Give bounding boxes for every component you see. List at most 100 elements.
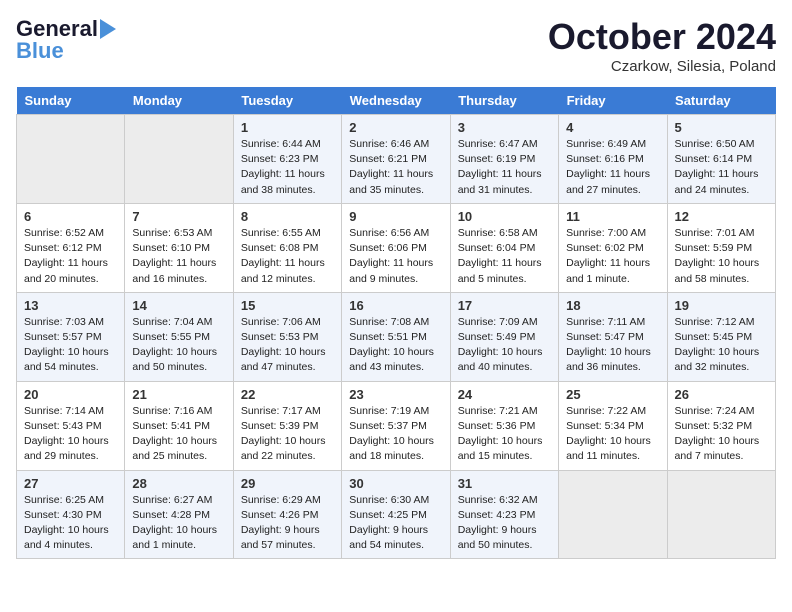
day-number: 5 [675, 120, 768, 135]
calendar-cell: 19 Sunrise: 7:12 AM Sunset: 5:45 PM Dayli… [667, 292, 775, 381]
weekday-header-row: SundayMondayTuesdayWednesdayThursdayFrid… [17, 87, 776, 115]
calendar-cell: 5 Sunrise: 6:50 AM Sunset: 6:14 PM Daylig… [667, 115, 775, 204]
day-info: Sunrise: 6:53 AM Sunset: 6:10 PM Dayligh… [132, 226, 225, 287]
day-info: Sunrise: 6:46 AM Sunset: 6:21 PM Dayligh… [349, 137, 442, 198]
day-number: 7 [132, 209, 225, 224]
calendar-cell: 31Sunrise: 6:32 AM Sunset: 4:23 PM Dayli… [450, 470, 558, 559]
day-number: 9 [349, 209, 442, 224]
day-info: Sunrise: 7:12 AM Sunset: 5:45 PM Dayligh… [675, 315, 768, 376]
calendar-cell: 3Sunrise: 6:47 AM Sunset: 6:19 PM Daylig… [450, 115, 558, 204]
day-info: Sunrise: 7:01 AM Sunset: 5:59 PM Dayligh… [675, 226, 768, 287]
day-info: Sunrise: 6:52 AM Sunset: 6:12 PM Dayligh… [24, 226, 117, 287]
day-info: Sunrise: 6:58 AM Sunset: 6:04 PM Dayligh… [458, 226, 551, 287]
day-number: 27 [24, 476, 117, 491]
calendar-cell: 24Sunrise: 7:21 AM Sunset: 5:36 PM Dayli… [450, 381, 558, 470]
calendar-cell: 23 Sunrise: 7:19 AM Sunset: 5:37 PM Dayli… [342, 381, 450, 470]
day-number: 1 [241, 120, 334, 135]
calendar-cell [125, 115, 233, 204]
day-info: Sunrise: 7:03 AM Sunset: 5:57 PM Dayligh… [24, 315, 117, 376]
day-info: Sunrise: 7:11 AM Sunset: 5:47 PM Dayligh… [566, 315, 659, 376]
calendar-cell: 25 Sunrise: 7:22 AM Sunset: 5:34 PM Dayli… [559, 381, 667, 470]
calendar-cell: 7 Sunrise: 6:53 AM Sunset: 6:10 PM Daylig… [125, 203, 233, 292]
day-info: Sunrise: 7:08 AM Sunset: 5:51 PM Dayligh… [349, 315, 442, 376]
day-number: 15 [241, 298, 334, 313]
weekday-header-thursday: Thursday [450, 87, 558, 115]
calendar-week-row: 27 Sunrise: 6:25 AM Sunset: 4:30 PM Dayli… [17, 470, 776, 559]
calendar-week-row: 13Sunrise: 7:03 AM Sunset: 5:57 PM Dayli… [17, 292, 776, 381]
day-number: 14 [132, 298, 225, 313]
calendar-cell: 29Sunrise: 6:29 AM Sunset: 4:26 PM Dayli… [233, 470, 341, 559]
weekday-header-saturday: Saturday [667, 87, 775, 115]
day-number: 22 [241, 387, 334, 402]
calendar-cell: 16 Sunrise: 7:08 AM Sunset: 5:51 PM Dayli… [342, 292, 450, 381]
calendar-table: SundayMondayTuesdayWednesdayThursdayFrid… [16, 87, 776, 559]
calendar-cell: 27 Sunrise: 6:25 AM Sunset: 4:30 PM Dayli… [17, 470, 125, 559]
logo: General Blue [16, 16, 116, 64]
calendar-cell: 10 Sunrise: 6:58 AM Sunset: 6:04 PM Dayli… [450, 203, 558, 292]
day-info: Sunrise: 7:06 AM Sunset: 5:53 PM Dayligh… [241, 315, 334, 376]
day-info: Sunrise: 6:25 AM Sunset: 4:30 PM Dayligh… [24, 493, 117, 554]
calendar-week-row: 1 Sunrise: 6:44 AM Sunset: 6:23 PM Daylig… [17, 115, 776, 204]
calendar-cell [559, 470, 667, 559]
day-number: 4 [566, 120, 659, 135]
logo-arrow-icon [100, 19, 116, 39]
day-info: Sunrise: 6:44 AM Sunset: 6:23 PM Dayligh… [241, 137, 334, 198]
day-info: Sunrise: 7:16 AM Sunset: 5:41 PM Dayligh… [132, 404, 225, 465]
calendar-cell: 20 Sunrise: 7:14 AM Sunset: 5:43 PM Dayli… [17, 381, 125, 470]
day-number: 23 [349, 387, 442, 402]
day-info: Sunrise: 6:30 AM Sunset: 4:25 PM Dayligh… [349, 493, 442, 554]
day-info: Sunrise: 6:56 AM Sunset: 6:06 PM Dayligh… [349, 226, 442, 287]
day-number: 26 [675, 387, 768, 402]
logo-blue: Blue [16, 38, 64, 64]
day-number: 2 [349, 120, 442, 135]
calendar-cell: 26 Sunrise: 7:24 AM Sunset: 5:32 PM Dayli… [667, 381, 775, 470]
day-number: 6 [24, 209, 117, 224]
calendar-cell: 9 Sunrise: 6:56 AM Sunset: 6:06 PM Daylig… [342, 203, 450, 292]
day-number: 17 [458, 298, 551, 313]
day-info: Sunrise: 7:21 AM Sunset: 5:36 PM Dayligh… [458, 404, 551, 465]
day-number: 31 [458, 476, 551, 491]
day-info: Sunrise: 6:27 AM Sunset: 4:28 PM Dayligh… [132, 493, 225, 554]
day-number: 19 [675, 298, 768, 313]
day-number: 11 [566, 209, 659, 224]
month-title: October 2024 [548, 16, 776, 58]
day-info: Sunrise: 7:09 AM Sunset: 5:49 PM Dayligh… [458, 315, 551, 376]
calendar-cell: 17 Sunrise: 7:09 AM Sunset: 5:49 PM Dayli… [450, 292, 558, 381]
day-info: Sunrise: 6:29 AM Sunset: 4:26 PM Dayligh… [241, 493, 334, 554]
day-number: 30 [349, 476, 442, 491]
calendar-cell: 2 Sunrise: 6:46 AM Sunset: 6:21 PM Daylig… [342, 115, 450, 204]
calendar-week-row: 20 Sunrise: 7:14 AM Sunset: 5:43 PM Dayli… [17, 381, 776, 470]
calendar-cell: 21Sunrise: 7:16 AM Sunset: 5:41 PM Dayli… [125, 381, 233, 470]
calendar-cell: 12 Sunrise: 7:01 AM Sunset: 5:59 PM Dayli… [667, 203, 775, 292]
day-info: Sunrise: 7:14 AM Sunset: 5:43 PM Dayligh… [24, 404, 117, 465]
calendar-cell: 8Sunrise: 6:55 AM Sunset: 6:08 PM Daylig… [233, 203, 341, 292]
calendar-cell: 14Sunrise: 7:04 AM Sunset: 5:55 PM Dayli… [125, 292, 233, 381]
calendar-cell: 4 Sunrise: 6:49 AM Sunset: 6:16 PM Daylig… [559, 115, 667, 204]
calendar-cell: 30 Sunrise: 6:30 AM Sunset: 4:25 PM Dayli… [342, 470, 450, 559]
day-number: 20 [24, 387, 117, 402]
day-number: 18 [566, 298, 659, 313]
day-info: Sunrise: 7:22 AM Sunset: 5:34 PM Dayligh… [566, 404, 659, 465]
calendar-cell: 22Sunrise: 7:17 AM Sunset: 5:39 PM Dayli… [233, 381, 341, 470]
day-number: 12 [675, 209, 768, 224]
calendar-cell: 18 Sunrise: 7:11 AM Sunset: 5:47 PM Dayli… [559, 292, 667, 381]
title-block: October 2024 Czarkow, Silesia, Poland [548, 16, 776, 75]
calendar-cell: 6 Sunrise: 6:52 AM Sunset: 6:12 PM Daylig… [17, 203, 125, 292]
calendar-cell: 13Sunrise: 7:03 AM Sunset: 5:57 PM Dayli… [17, 292, 125, 381]
weekday-header-monday: Monday [125, 87, 233, 115]
day-info: Sunrise: 7:24 AM Sunset: 5:32 PM Dayligh… [675, 404, 768, 465]
day-number: 28 [132, 476, 225, 491]
day-info: Sunrise: 6:50 AM Sunset: 6:14 PM Dayligh… [675, 137, 768, 198]
day-info: Sunrise: 6:49 AM Sunset: 6:16 PM Dayligh… [566, 137, 659, 198]
day-number: 16 [349, 298, 442, 313]
day-number: 10 [458, 209, 551, 224]
location: Czarkow, Silesia, Poland [548, 58, 776, 75]
day-number: 3 [458, 120, 551, 135]
calendar-cell: 28 Sunrise: 6:27 AM Sunset: 4:28 PM Dayli… [125, 470, 233, 559]
calendar-cell: 1 Sunrise: 6:44 AM Sunset: 6:23 PM Daylig… [233, 115, 341, 204]
weekday-header-sunday: Sunday [17, 87, 125, 115]
day-number: 25 [566, 387, 659, 402]
calendar-cell: 15 Sunrise: 7:06 AM Sunset: 5:53 PM Dayli… [233, 292, 341, 381]
day-info: Sunrise: 7:19 AM Sunset: 5:37 PM Dayligh… [349, 404, 442, 465]
page-header: General Blue October 2024 Czarkow, Siles… [16, 16, 776, 75]
